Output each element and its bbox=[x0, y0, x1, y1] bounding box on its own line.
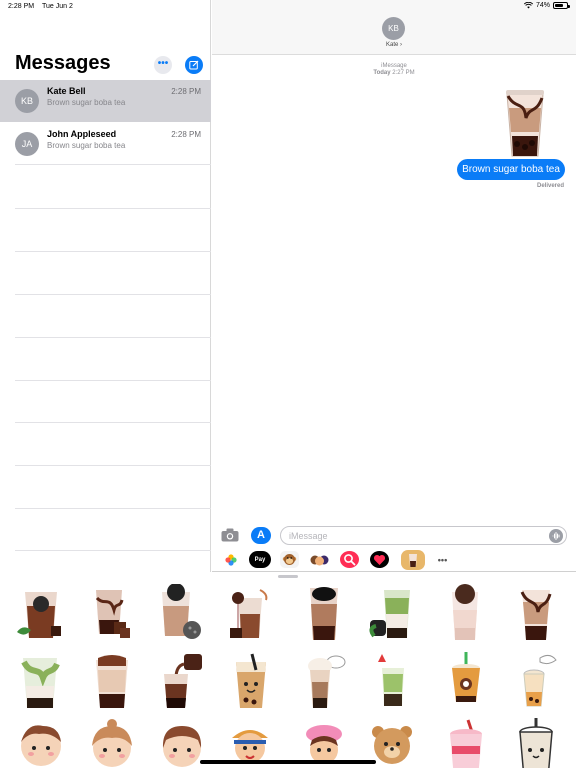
camera-button[interactable] bbox=[221, 528, 239, 547]
service-label: iMessage bbox=[381, 63, 407, 69]
empty-row-divider bbox=[15, 380, 211, 381]
sticker-girl-with-boba[interactable] bbox=[84, 718, 140, 768]
input-row: A bbox=[212, 522, 576, 548]
empty-row-divider bbox=[15, 337, 211, 338]
apple-pay-button[interactable]: Pay bbox=[249, 551, 271, 568]
avatar: JA bbox=[15, 132, 39, 156]
sticker-drawer bbox=[0, 572, 576, 768]
more-options-button[interactable]: ••• bbox=[154, 56, 172, 74]
app-store-button[interactable]: A bbox=[251, 527, 271, 544]
sticker-brown-sugar-boba-cup[interactable] bbox=[508, 584, 564, 644]
sticker-strawberry-matcha-boba[interactable] bbox=[364, 652, 420, 712]
photos-app-button[interactable] bbox=[221, 551, 240, 568]
delivery-status: Delivered bbox=[536, 183, 564, 189]
sticker-matcha-boba-mug[interactable] bbox=[364, 584, 420, 644]
empty-row-divider bbox=[15, 422, 211, 423]
boba-sticker-app-button[interactable] bbox=[401, 550, 425, 570]
battery-icon bbox=[553, 2, 570, 9]
drawer-grabber[interactable] bbox=[278, 575, 298, 578]
conversation-preview: Brown sugar boba tea bbox=[47, 141, 126, 150]
battery-percent: 74% bbox=[535, 2, 550, 9]
empty-row-divider bbox=[15, 294, 211, 295]
search-images-app-button[interactable] bbox=[340, 551, 359, 568]
camera-icon bbox=[221, 528, 239, 542]
imessage-app-strip: Pay ••• bbox=[212, 548, 576, 572]
sticker-pouring-boba[interactable] bbox=[154, 652, 210, 712]
apple-pay-label: Pay bbox=[254, 556, 266, 563]
empty-row-divider bbox=[15, 208, 211, 209]
ipad-screen: 2:28 PM Tue Jun 2 74% Messages ••• KB Ka… bbox=[0, 0, 576, 768]
sticker-tall-brown-boba[interactable] bbox=[296, 584, 352, 644]
status-right: 74% bbox=[523, 2, 570, 9]
sticker-boba-cookie-tea[interactable] bbox=[154, 583, 210, 644]
sent-sticker-brown-sugar-boba[interactable] bbox=[500, 84, 550, 160]
conversation-name: John Appleseed bbox=[47, 129, 117, 139]
animoji-app-button[interactable] bbox=[280, 551, 299, 568]
sticker-smiling-boba-cup[interactable] bbox=[222, 652, 278, 712]
search-icon bbox=[344, 554, 356, 566]
more-apps-button[interactable]: ••• bbox=[433, 551, 452, 568]
conversation-time: 2:28 PM bbox=[171, 130, 201, 139]
contact-name[interactable]: Kate › bbox=[212, 42, 576, 48]
conversation-preview: Brown sugar boba tea bbox=[47, 98, 126, 107]
message-field[interactable] bbox=[280, 526, 567, 545]
sticker-pink-boba-takeaway[interactable] bbox=[438, 718, 494, 768]
timestamp-day: Today bbox=[373, 70, 391, 76]
heart-icon bbox=[373, 554, 386, 565]
photos-icon bbox=[224, 553, 237, 566]
monkey-icon bbox=[282, 554, 297, 565]
page-title: Messages bbox=[15, 52, 111, 74]
sticker-boba-cake-pop[interactable] bbox=[222, 584, 278, 644]
empty-row-divider bbox=[15, 508, 211, 509]
message-input[interactable] bbox=[289, 529, 539, 543]
status-bar: 2:28 PM Tue Jun 2 74% bbox=[0, 0, 576, 14]
memoji-app-button[interactable] bbox=[310, 551, 329, 568]
conversation-name: Kate Bell bbox=[47, 86, 86, 96]
message-timestamp: Today 2:27 PM bbox=[212, 70, 576, 76]
sticker-pink-boba-cup[interactable] bbox=[438, 584, 494, 644]
sticker-doodle-boba-drink[interactable] bbox=[508, 652, 564, 712]
empty-row-divider bbox=[15, 465, 211, 466]
sticker-choco-boba-cubes[interactable] bbox=[84, 584, 140, 644]
compose-button[interactable] bbox=[185, 56, 203, 74]
dictation-button[interactable] bbox=[549, 529, 563, 543]
sticker-choco-milk-boba[interactable] bbox=[84, 652, 140, 712]
compose-icon bbox=[189, 60, 199, 70]
timestamp-time: 2:27 PM bbox=[392, 70, 415, 76]
avatar: KB bbox=[15, 89, 39, 113]
digital-touch-app-button[interactable] bbox=[370, 551, 389, 568]
home-indicator[interactable] bbox=[200, 760, 376, 764]
status-date: Tue Jun 2 bbox=[42, 3, 73, 10]
boba-icon bbox=[409, 554, 417, 567]
conversation-sidebar: Messages ••• KB Kate Bell 2:28 PM Brown … bbox=[0, 0, 211, 572]
conversation-row-kate-bell[interactable]: KB Kate Bell 2:28 PM Brown sugar boba te… bbox=[0, 80, 211, 122]
row-divider bbox=[15, 164, 211, 165]
wifi-icon bbox=[523, 2, 533, 9]
empty-row-divider bbox=[15, 251, 211, 252]
status-time: 2:28 PM bbox=[8, 3, 35, 10]
message-bubble[interactable]: Brown sugar boba tea bbox=[457, 159, 565, 180]
sticker-cute-boba-drink[interactable] bbox=[438, 652, 494, 712]
waveform-icon bbox=[552, 532, 560, 540]
conversation-row-john-appleseed[interactable]: JA John Appleseed 2:28 PM Brown sugar bo… bbox=[0, 123, 211, 165]
conversation-time: 2:28 PM bbox=[171, 87, 201, 96]
sticker-whipped-cream-boba[interactable] bbox=[296, 652, 352, 712]
empty-row-divider bbox=[15, 550, 211, 551]
sticker-boy-with-boba[interactable] bbox=[13, 718, 69, 768]
sticker-kawaii-boba-cup[interactable] bbox=[508, 718, 564, 768]
sticker-boba-bowl-matcha[interactable] bbox=[13, 584, 69, 644]
app-store-icon: A bbox=[257, 529, 265, 541]
contact-avatar[interactable]: KB bbox=[382, 17, 405, 40]
memoji-icon bbox=[310, 555, 329, 566]
sticker-matcha-milk-boba[interactable] bbox=[13, 652, 69, 712]
